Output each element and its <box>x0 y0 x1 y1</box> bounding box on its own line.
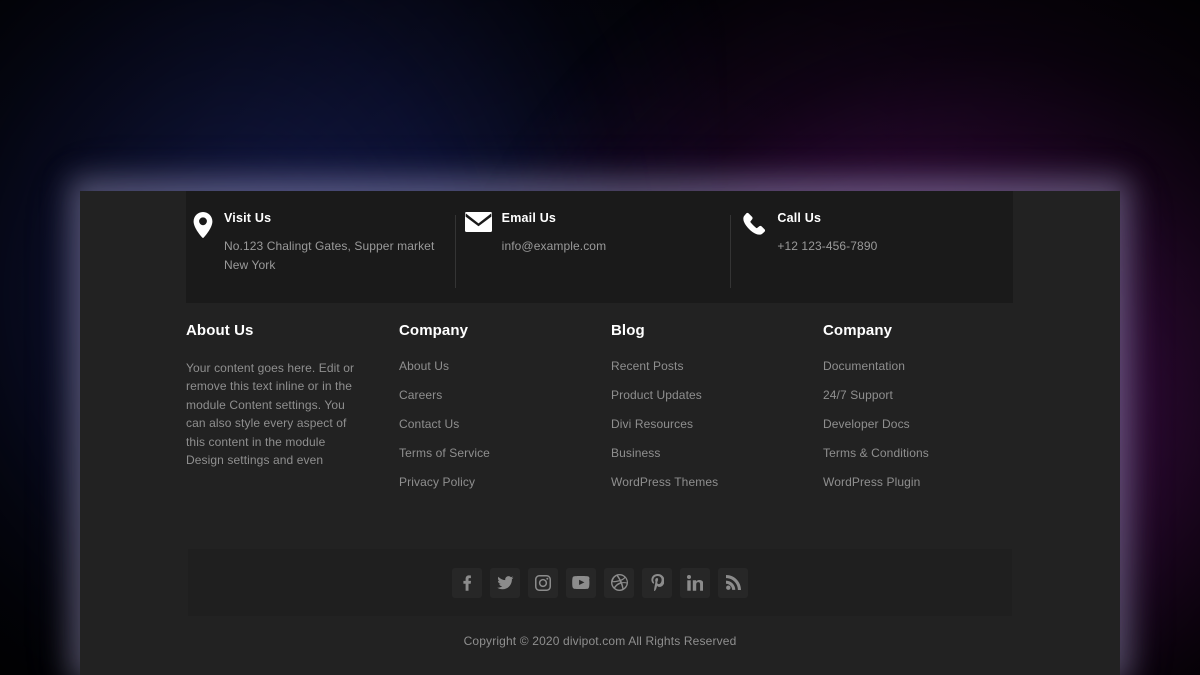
footer-link[interactable]: Contact Us <box>399 415 459 434</box>
footer-link[interactable]: Terms of Service <box>399 444 490 463</box>
column-link-list: Documentation 24/7 Support Developer Doc… <box>823 357 1036 492</box>
column-link-list: About Us Careers Contact Us Terms of Ser… <box>399 357 611 492</box>
list-item[interactable]: 24/7 Support <box>823 386 1036 405</box>
contact-item-email: Email Us info@example.com <box>454 191 738 303</box>
twitter-icon[interactable] <box>490 567 520 598</box>
footer-panel: Visit Us No.123 Chalingt Gates, Supper m… <box>80 191 1120 675</box>
column-title: Company <box>399 322 469 339</box>
contact-info-bar: Visit Us No.123 Chalingt Gates, Supper m… <box>186 191 1013 303</box>
list-item[interactable]: Product Updates <box>611 386 823 405</box>
footer-link[interactable]: About Us <box>399 357 449 376</box>
list-item[interactable]: Terms & Conditions <box>823 444 1036 463</box>
map-pin-icon <box>186 211 220 238</box>
contact-item-visit: Visit Us No.123 Chalingt Gates, Supper m… <box>186 191 462 303</box>
footer-column-about-us: About Us Your content goes here. Edit or… <box>186 322 399 502</box>
footer-link[interactable]: Terms & Conditions <box>823 444 929 463</box>
phone-icon <box>737 211 771 236</box>
contact-detail: +12 123-456-7890 <box>777 239 878 253</box>
contact-detail: No.123 Chalingt Gates, Supper market New… <box>224 239 435 272</box>
column-link-list: Recent Posts Product Updates Divi Resour… <box>611 357 823 492</box>
list-item[interactable]: Privacy Policy <box>399 473 611 492</box>
contact-item-call: Call Us +12 123-456-7890 <box>730 191 1013 303</box>
list-item[interactable]: WordPress Themes <box>611 473 823 492</box>
footer-link[interactable]: WordPress Plugin <box>823 473 920 492</box>
footer-link[interactable]: 24/7 Support <box>823 386 893 405</box>
contact-title: Visit Us <box>224 211 272 225</box>
pinterest-icon[interactable] <box>642 567 672 598</box>
column-body-text: Your content goes here. Edit or remove t… <box>186 361 355 468</box>
list-item[interactable]: Careers <box>399 386 611 405</box>
list-item[interactable]: About Us <box>399 357 611 376</box>
footer-link[interactable]: Developer Docs <box>823 415 910 434</box>
list-item[interactable]: Documentation <box>823 357 1036 376</box>
column-title: Company <box>823 322 893 339</box>
column-title: About Us <box>186 322 254 339</box>
footer-link[interactable]: WordPress Themes <box>611 473 718 492</box>
list-item[interactable]: Terms of Service <box>399 444 611 463</box>
linkedin-icon[interactable] <box>680 567 710 598</box>
footer-link[interactable]: Business <box>611 444 661 463</box>
dribbble-icon[interactable] <box>604 567 634 598</box>
footer-column-company-2: Company Documentation 24/7 Support Devel… <box>823 322 1036 502</box>
footer-columns: About Us Your content goes here. Edit or… <box>186 322 1014 502</box>
instagram-icon[interactable] <box>528 567 558 598</box>
contact-detail: info@example.com <box>501 239 607 253</box>
column-title: Blog <box>611 322 645 339</box>
list-item[interactable]: Developer Docs <box>823 415 1036 434</box>
list-item[interactable]: Recent Posts <box>611 357 823 376</box>
footer-column-company: Company About Us Careers Contact Us Term… <box>399 322 611 502</box>
footer-link[interactable]: Careers <box>399 386 442 405</box>
footer-link[interactable]: Documentation <box>823 357 905 376</box>
footer-column-blog: Blog Recent Posts Product Updates Divi R… <box>611 322 823 502</box>
copyright-text: Copyright © 2020 divipot.com All Rights … <box>463 634 737 648</box>
footer-link[interactable]: Recent Posts <box>611 357 684 376</box>
list-item[interactable]: Business <box>611 444 823 463</box>
rss-icon[interactable] <box>718 567 748 598</box>
envelope-icon <box>462 211 496 232</box>
facebook-icon[interactable] <box>452 567 482 598</box>
list-item[interactable]: Divi Resources <box>611 415 823 434</box>
list-item[interactable]: WordPress Plugin <box>823 473 1036 492</box>
contact-title: Call Us <box>777 211 822 225</box>
footer-link[interactable]: Divi Resources <box>611 415 693 434</box>
youtube-icon[interactable] <box>566 567 596 598</box>
footer-link[interactable]: Product Updates <box>611 386 702 405</box>
list-item[interactable]: Contact Us <box>399 415 611 434</box>
social-links-bar <box>188 549 1012 616</box>
footer-link[interactable]: Privacy Policy <box>399 473 475 492</box>
contact-title: Email Us <box>501 211 557 225</box>
